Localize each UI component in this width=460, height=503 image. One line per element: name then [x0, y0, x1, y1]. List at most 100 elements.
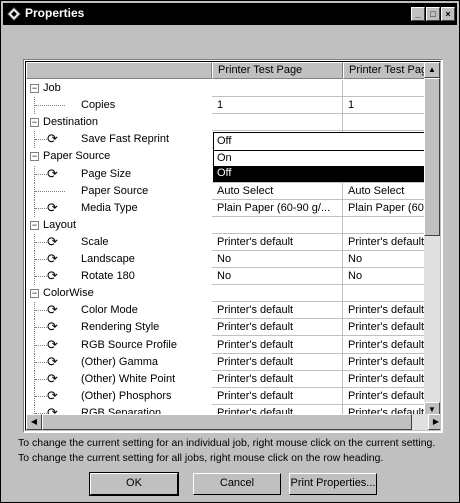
vertical-scroll-thumb[interactable] [424, 78, 440, 236]
refresh-icon: ⟳ [47, 336, 58, 352]
tree-line [35, 190, 65, 192]
dropdown-option-on[interactable]: On [214, 151, 440, 166]
setting-value-col1[interactable]: Printer's default [212, 233, 343, 251]
setting-value-col1[interactable]: Printer's default [212, 336, 343, 354]
save-fast-reprint-value: Off [217, 135, 232, 148]
setting-value-col1[interactable]: Printer's default [212, 319, 343, 337]
table-row[interactable]: − ColorWise [26, 285, 440, 303]
collapse-icon[interactable]: − [30, 152, 39, 162]
collapse-icon[interactable]: − [30, 118, 39, 128]
table-row[interactable]: ⟳ Rotate 180 No No [26, 268, 440, 286]
table-row[interactable]: ⟳ Color Mode Printer's default Printer's de… [26, 302, 440, 320]
tree-line [35, 327, 47, 329]
setting-label-rendering-style: Rendering Style [81, 321, 160, 334]
table-row[interactable]: ⟳ (Other) White Point Printer's default Pri… [26, 370, 440, 388]
row-heading[interactable]: Paper Source [26, 182, 212, 200]
scroll-up-icon[interactable]: ▲ [424, 62, 440, 78]
row-heading[interactable]: ⟳ (Other) White Point [26, 370, 212, 388]
setting-value-col1[interactable]: Printer's default [212, 353, 343, 371]
row-heading[interactable]: ⟳ Landscape [26, 251, 212, 268]
table-row[interactable]: ⟳ Media Type Plain Paper (60-90 g/... Plain… [26, 199, 440, 217]
save-fast-reprint-dropdown[interactable]: On Off [213, 150, 440, 183]
scroll-right-icon[interactable]: ▶ [428, 414, 440, 430]
setting-value-col1[interactable]: No [212, 268, 343, 286]
horizontal-scrollbar[interactable]: ◀ ▶ [26, 414, 440, 430]
cancel-button[interactable]: Cancel [193, 473, 281, 495]
tree-line [35, 395, 47, 397]
group-label-job: Job [43, 82, 61, 94]
row-heading[interactable]: ⟳ Rendering Style [26, 319, 212, 337]
refresh-icon: ⟳ [47, 353, 58, 369]
table-row[interactable]: − Destination [26, 114, 440, 132]
properties-grid[interactable]: Printer Test Page Printer Test Page − Job… [23, 59, 443, 433]
setting-value-col1[interactable] [212, 216, 343, 234]
maximize-icon[interactable]: □ [426, 7, 440, 21]
setting-value-col1[interactable] [212, 285, 343, 303]
row-heading[interactable]: ⟳ RGB Source Profile [26, 336, 212, 354]
setting-value-col1[interactable]: Printer's default [212, 302, 343, 320]
row-heading[interactable]: − Paper Source [26, 148, 212, 166]
close-icon[interactable]: × [441, 7, 455, 21]
row-heading[interactable]: ⟳ Scale [26, 233, 212, 251]
refresh-icon: ⟳ [47, 131, 58, 147]
title-bar[interactable]: Properties _ □ × [3, 3, 457, 25]
minimize-icon[interactable]: _ [411, 7, 425, 21]
row-heading[interactable]: − Destination [26, 114, 212, 132]
group-label-colorwise: ColorWise [43, 287, 94, 300]
table-row[interactable]: ⟳ Scale Printer's default Printer's default [26, 233, 440, 251]
row-heading[interactable]: Copies [26, 97, 212, 115]
row-heading[interactable]: − Job [26, 80, 212, 97]
hint-individual-job: To change the current setting for an ind… [18, 437, 436, 449]
row-heading[interactable]: ⟳ Media Type [26, 199, 212, 217]
save-fast-reprint-select[interactable]: Off ▼ [213, 132, 440, 152]
group-label-paper-source: Paper Source [43, 150, 111, 163]
tree-line [35, 361, 47, 363]
hint-all-jobs: To change the current setting for all jo… [18, 452, 384, 464]
tree-line [35, 173, 47, 175]
collapse-icon[interactable]: − [30, 84, 39, 93]
setting-label-landscape: Landscape [81, 253, 135, 265]
dropdown-option-off[interactable]: Off [214, 166, 440, 182]
print-properties-button[interactable]: Print Properties... [289, 473, 377, 495]
setting-value-col1[interactable] [212, 114, 343, 132]
table-row[interactable]: Paper Source Auto Select Auto Select [26, 182, 440, 200]
row-heading[interactable]: ⟳ Color Mode [26, 302, 212, 320]
row-heading[interactable]: − ColorWise [26, 285, 212, 303]
row-heading[interactable]: ⟳ (Other) Phosphors [26, 387, 212, 405]
refresh-icon: ⟳ [47, 302, 58, 318]
table-row[interactable]: Copies 1 1 [26, 97, 440, 115]
tree-line [35, 259, 47, 260]
scroll-left-icon[interactable]: ◀ [26, 414, 42, 430]
row-header-corner [26, 62, 212, 79]
column-header-1[interactable]: Printer Test Page [212, 62, 343, 79]
setting-value-col1[interactable]: Printer's default [212, 370, 343, 388]
table-row[interactable]: ⟳ RGB Source Profile Printer's default Prin… [26, 336, 440, 354]
setting-value-col1[interactable]: Printer's default [212, 387, 343, 405]
setting-value-col1[interactable]: No [212, 251, 343, 268]
ok-button[interactable]: OK [89, 472, 179, 496]
row-heading[interactable]: ⟳ Rotate 180 [26, 268, 212, 286]
row-heading[interactable]: ⟳ Page Size [26, 165, 212, 183]
table-row[interactable]: ⟳ (Other) Phosphors Printer's default Print… [26, 387, 440, 405]
setting-label-save-fast-reprint: Save Fast Reprint [81, 133, 170, 146]
table-row[interactable]: ⟳ Landscape No No [26, 251, 440, 268]
vertical-scrollbar[interactable]: ▲ ▼ [424, 62, 440, 418]
refresh-icon: ⟳ [47, 251, 58, 266]
horizontal-scroll-thumb[interactable] [42, 414, 412, 430]
setting-value-col1[interactable] [212, 80, 343, 97]
tree-line [35, 378, 47, 380]
table-row[interactable]: ⟳ (Other) Gamma Printer's default Printer's… [26, 353, 440, 371]
collapse-icon[interactable]: − [30, 220, 39, 230]
setting-value-col1[interactable]: Plain Paper (60-90 g/... [212, 199, 343, 217]
setting-label-rotate-180: Rotate 180 [81, 270, 135, 283]
row-heading[interactable]: ⟳ (Other) Gamma [26, 353, 212, 371]
row-heading[interactable]: ⟳ Save Fast Reprint [26, 131, 212, 149]
table-row[interactable]: − Job [26, 80, 440, 97]
setting-label-paper-source: Paper Source [81, 184, 149, 197]
row-heading[interactable]: − Layout [26, 216, 212, 234]
table-row[interactable]: ⟳ Rendering Style Printer's default Printer… [26, 319, 440, 337]
collapse-icon[interactable]: − [30, 289, 39, 299]
setting-value-col1[interactable]: 1 [212, 97, 343, 115]
setting-value-col1[interactable]: Auto Select [212, 182, 343, 200]
table-row[interactable]: − Layout [26, 216, 440, 234]
